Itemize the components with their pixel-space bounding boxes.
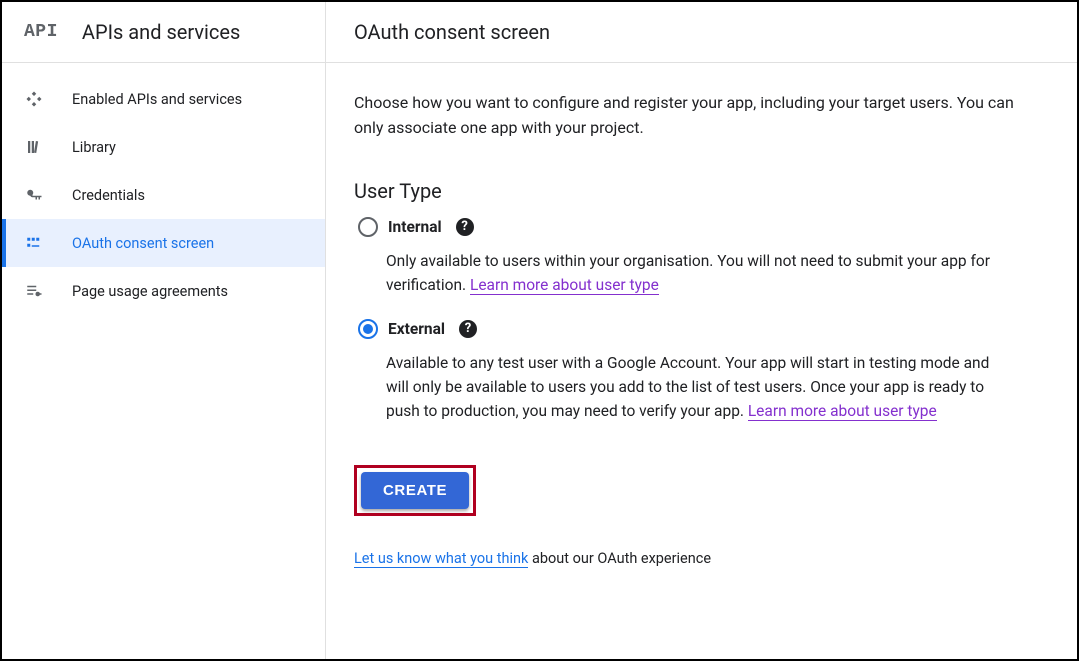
key-icon (24, 185, 44, 205)
page-title: OAuth consent screen (354, 20, 550, 44)
intro-text: Choose how you want to configure and reg… (354, 91, 1014, 141)
section-title: APIs and services (82, 20, 240, 44)
user-type-heading: User Type (354, 179, 1045, 203)
radio-internal[interactable] (358, 217, 378, 237)
main-content: Choose how you want to configure and reg… (326, 63, 1077, 659)
sidebar-item-credentials[interactable]: Credentials (2, 171, 325, 219)
create-button-highlight: CREATE (354, 465, 476, 516)
sidebar-item-enabled-apis[interactable]: Enabled APIs and services (2, 75, 325, 123)
radio-external[interactable] (358, 319, 378, 339)
sidebar-item-label: OAuth consent screen (72, 235, 214, 252)
radio-internal-label: Internal (388, 218, 442, 236)
help-icon[interactable]: ? (459, 320, 477, 338)
create-button[interactable]: CREATE (361, 472, 469, 509)
api-logo: API (24, 22, 58, 42)
feedback-text: Let us know what you think about our OAu… (354, 550, 1045, 567)
sidebar-item-label: Enabled APIs and services (72, 91, 242, 108)
learn-more-internal-link[interactable]: Learn more about user type (470, 276, 659, 295)
feedback-link[interactable]: Let us know what you think (354, 550, 528, 568)
consent-icon (24, 233, 44, 253)
learn-more-external-link[interactable]: Learn more about user type (748, 402, 937, 421)
help-icon[interactable]: ? (456, 218, 474, 236)
feedback-rest: about our OAuth experience (528, 550, 711, 567)
sidebar-item-label: Page usage agreements (72, 283, 228, 300)
sidebar-item-label: Credentials (72, 187, 145, 204)
sidebar: Enabled APIs and services Library Creden… (2, 63, 326, 659)
sidebar-item-oauth-consent[interactable]: OAuth consent screen (2, 219, 325, 267)
radio-external-label: External (388, 320, 445, 338)
settings-list-icon (24, 281, 44, 301)
sidebar-item-label: Library (72, 139, 116, 156)
external-description: Available to any test user with a Google… (386, 351, 1006, 423)
sidebar-item-page-usage[interactable]: Page usage agreements (2, 267, 325, 315)
diamond-icon (24, 89, 44, 109)
sidebar-item-library[interactable]: Library (2, 123, 325, 171)
internal-description: Only available to users within your orga… (386, 249, 1006, 297)
library-icon (24, 137, 44, 157)
